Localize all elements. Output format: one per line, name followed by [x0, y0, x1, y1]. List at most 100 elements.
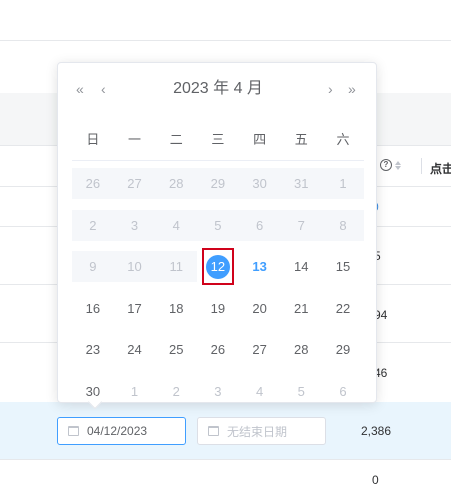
date-number: 27: [252, 342, 267, 357]
date-cell[interactable]: 1: [114, 371, 156, 413]
date-cell[interactable]: 3: [197, 371, 239, 413]
start-date-input[interactable]: 04/12/2023: [57, 417, 186, 445]
date-number: 29: [335, 342, 351, 357]
date-cell[interactable]: 17: [114, 288, 156, 330]
date-cell[interactable]: 24: [114, 329, 156, 371]
date-number: 25: [168, 342, 184, 357]
divider: [0, 459, 451, 460]
date-cell: 27: [114, 163, 156, 205]
date-cell: 26: [72, 163, 114, 205]
picker-header: « ‹ 2023 年 4 月 › »: [58, 77, 378, 101]
date-cell: 11: [155, 246, 197, 288]
date-number: 5: [297, 383, 305, 399]
calendar-icon: [208, 426, 219, 436]
date-number: 13: [252, 259, 267, 274]
date-number: 17: [127, 300, 142, 316]
next-year-button[interactable]: »: [348, 77, 356, 101]
date-cell: 2: [72, 205, 114, 247]
date-number: 5: [214, 217, 222, 233]
date-row: 9 10 11 12 13 14 15: [72, 246, 364, 288]
date-number: 4: [172, 217, 180, 233]
column-header[interactable]: 点击: [430, 160, 451, 177]
date-number: 7: [297, 217, 305, 233]
table-cell: 2,386: [361, 424, 392, 438]
weekday-label: 五: [294, 132, 308, 147]
date-number: 3: [130, 217, 139, 233]
date-number: 24: [127, 342, 142, 357]
date-cell[interactable]: 15: [322, 246, 364, 288]
date-row: 30 1 2 3 4 5 6: [72, 371, 364, 413]
date-number: 22: [335, 300, 351, 316]
date-cell: 1: [322, 163, 364, 205]
weekday-label: 二: [169, 132, 183, 147]
date-number: 10: [127, 259, 142, 274]
date-number: 19: [210, 300, 226, 316]
date-number: 28: [294, 342, 309, 357]
date-number: 28: [168, 176, 184, 191]
date-cell: 29: [197, 163, 239, 205]
date-cell-today[interactable]: 13: [239, 246, 281, 288]
weekday-label: 日: [86, 132, 100, 147]
date-cell[interactable]: 22: [322, 288, 364, 330]
weekday-label: 三: [211, 132, 225, 147]
date-cell[interactable]: 29: [322, 329, 364, 371]
column-header-icons: ?: [380, 159, 401, 171]
date-grid: 26 27 28 29 30 31 1 2 3 4 5 6 7 8 9 10 11 12 13 14 15 16 17 18 1…: [72, 163, 364, 412]
date-number: 31: [294, 176, 309, 191]
divider: [0, 40, 451, 41]
date-cell[interactable]: 19: [197, 288, 239, 330]
date-cell: 4: [155, 205, 197, 247]
date-cell: 28: [155, 163, 197, 205]
date-cell: 5: [197, 205, 239, 247]
date-number: 1: [339, 176, 347, 191]
start-date-value: 04/12/2023: [87, 424, 148, 438]
date-cell[interactable]: 14: [280, 246, 322, 288]
end-date-placeholder: 无结束日期: [227, 424, 288, 439]
date-number: 20: [252, 300, 267, 316]
page: ? 点击 0 5 94 46 2,386 0 « ‹ 2023 年 4 月 › …: [0, 0, 451, 499]
weekday-divider: [72, 160, 364, 161]
date-row: 26 27 28 29 30 31 1: [72, 163, 364, 205]
date-number: 8: [339, 217, 347, 233]
date-cell[interactable]: 4: [239, 371, 281, 413]
date-cell[interactable]: 21: [280, 288, 322, 330]
date-cell[interactable]: 5: [280, 371, 322, 413]
date-cell[interactable]: 2: [155, 371, 197, 413]
date-number: 27: [127, 176, 142, 191]
date-row: 23 24 25 26 27 28 29: [72, 329, 364, 371]
weekday-header: 日一二三四五六: [72, 125, 364, 155]
date-number: 26: [210, 342, 226, 357]
help-icon[interactable]: ?: [380, 159, 392, 171]
date-number: 6: [255, 217, 264, 233]
date-number: 30: [252, 176, 267, 191]
date-number: 3: [214, 383, 222, 399]
date-cell[interactable]: 16: [72, 288, 114, 330]
weekday-label: 六: [336, 132, 350, 147]
date-number: 11: [169, 259, 183, 274]
sort-icon[interactable]: [395, 160, 401, 170]
calendar-icon: [68, 426, 79, 436]
date-cell[interactable]: 28: [280, 329, 322, 371]
column-separator: [421, 158, 422, 174]
date-number: 2: [172, 383, 180, 399]
date-cell[interactable]: 6: [322, 371, 364, 413]
next-month-button[interactable]: ›: [328, 77, 333, 101]
end-date-input[interactable]: 无结束日期: [197, 417, 326, 445]
date-cell[interactable]: 25: [155, 329, 197, 371]
date-cell[interactable]: 23: [72, 329, 114, 371]
date-cell[interactable]: 20: [239, 288, 281, 330]
date-number: 23: [85, 342, 101, 357]
date-cell[interactable]: 27: [239, 329, 281, 371]
date-number: 9: [89, 259, 97, 274]
date-number: 6: [339, 383, 347, 399]
date-number: 15: [335, 259, 351, 274]
date-cell-selected[interactable]: 12: [197, 246, 239, 288]
date-row: 2 3 4 5 6 7 8: [72, 205, 364, 247]
date-number: 1: [130, 383, 139, 399]
date-cell: 6: [239, 205, 281, 247]
table-cell: 0: [372, 473, 379, 487]
date-number: 4: [255, 383, 264, 399]
date-cell[interactable]: 18: [155, 288, 197, 330]
date-number: 26: [85, 176, 101, 191]
date-cell[interactable]: 26: [197, 329, 239, 371]
